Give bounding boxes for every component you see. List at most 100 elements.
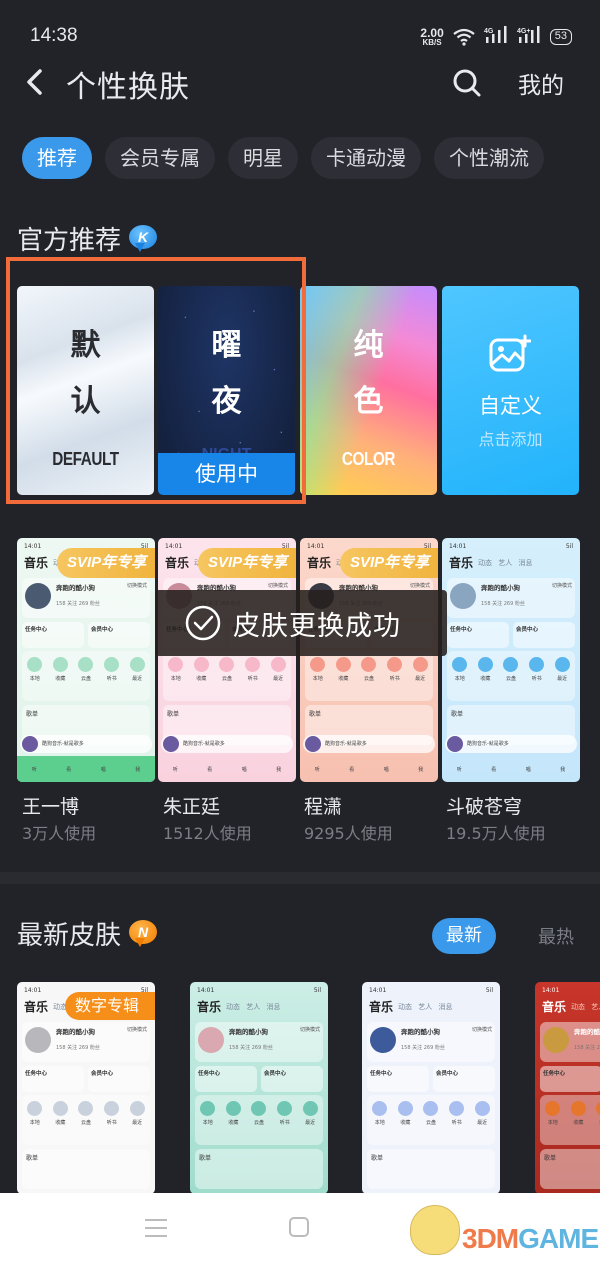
tab-vip-exclusive[interactable]: 会员专属 <box>105 137 215 179</box>
tab-trend[interactable]: 个性潮流 <box>434 137 544 179</box>
mini-switch-mode: 切换模式 <box>409 583 430 589</box>
mini-profile: 奔跑的酷小狗 158 关注 269 粉丝 切换模式 <box>540 1022 600 1062</box>
tab-celebrity[interactable]: 明星 <box>228 137 298 179</box>
mini-music-title: 音乐 <box>24 1000 49 1014</box>
skin-name: 斗破苍穹 <box>446 796 523 818</box>
skin-preview-card[interactable]: 14:01 5il 音乐 动态 艺人 消息 奔跑的酷小狗 158 关注 269 … <box>17 538 155 782</box>
watermark-logo: 3DMGAME <box>410 1205 600 1261</box>
mini-switch-mode: 切换模式 <box>126 1027 147 1033</box>
skin-preview-card[interactable]: 14:01 5il 音乐 动态 艺人 消息 奔跑的酷小狗 158 关注 269 … <box>535 982 600 1194</box>
search-button[interactable] <box>452 68 482 98</box>
mini-switch-mode: 切换模式 <box>126 583 147 589</box>
skin-name: 朱正廷 <box>163 796 221 818</box>
latest-section-title: 最新皮肤 N <box>17 915 159 952</box>
tab-recommend[interactable]: 推荐 <box>22 137 92 179</box>
skin-preview-card[interactable]: 14:01 5il 音乐 动态 艺人 消息 奔跑的酷小狗 158 关注 269 … <box>158 538 296 782</box>
mini-signal: 5il <box>565 543 573 550</box>
mini-profile: 奔跑的酷小狗 158 关注 269 粉丝 切换模式 <box>22 578 150 618</box>
mini-switch-mode: 切换模式 <box>299 1027 320 1033</box>
mini-centers: 任务中心 会员中心 <box>540 1066 600 1092</box>
mini-stats: 158 关注 269 粉丝 <box>229 1045 273 1051</box>
skin-card-color[interactable]: 纯 色 COLOR <box>300 286 437 495</box>
skin-preview-card[interactable]: 14:01 5il 音乐 动态 艺人 消息 奔跑的酷小狗 158 关注 269 … <box>362 982 500 1194</box>
image-add-icon <box>489 334 531 372</box>
toast-message: 皮肤更换成功 <box>233 610 401 642</box>
mini-shortcut: 听书 <box>449 1101 465 1145</box>
skin-users-count: 1512人使用 <box>163 824 252 843</box>
custom-sub-label: 点击添加 <box>478 430 543 449</box>
mini-nav-item: 听 <box>31 766 37 773</box>
mini-nav-item: 我 <box>135 766 141 773</box>
mini-shortcut: 听书 <box>245 657 261 701</box>
skin-preview-card[interactable]: 14:01 5il 音乐 动态 艺人 消息 奔跑的酷小狗 158 关注 269 … <box>17 982 155 1194</box>
mini-shortcut: 最近 <box>474 1101 490 1145</box>
mini-shortcut: 云盘 <box>219 657 235 701</box>
mini-username: 奔跑的酷小狗 <box>56 584 95 592</box>
mini-music-title: 音乐 <box>165 556 190 570</box>
color-char1: 纯 <box>353 328 384 363</box>
mini-shortcut: 收藏 <box>52 1101 68 1145</box>
selection-highlight-box <box>6 257 306 504</box>
cellular-signal-2-icon: 4G+ <box>517 26 541 48</box>
mini-shortcuts: 本地收藏云盘听书最近 <box>22 651 150 701</box>
mini-bottom-nav: 听看唱我 <box>300 756 438 782</box>
mine-link[interactable]: 我的 <box>518 66 564 100</box>
mini-shortcuts: 本地收藏云盘听书最近 <box>540 1095 600 1145</box>
skin-preview-card[interactable]: 14:01 5il 音乐 动态 艺人 消息 奔跑的酷小狗 158 关注 269 … <box>190 982 328 1194</box>
mini-nav-item: 唱 <box>241 766 247 773</box>
mini-shortcut: 听书 <box>277 1101 293 1145</box>
skin-card-custom[interactable]: 自定义 点击添加 <box>442 286 579 495</box>
mini-bottom-nav: 听看唱我 <box>442 756 580 782</box>
mini-shortcut: 收藏 <box>397 1101 413 1145</box>
system-navigation-bar: 3DMGAME <box>0 1193 600 1266</box>
skin-preview-card[interactable]: 14:01 5il 音乐 动态 艺人 消息 奔跑的酷小狗 158 关注 269 … <box>300 538 438 782</box>
battery-indicator: 53 <box>549 29 572 45</box>
svg-text:4G+: 4G+ <box>517 28 530 35</box>
menu-icon[interactable] <box>145 1219 167 1239</box>
mini-time: 14:01 <box>542 987 560 994</box>
mini-shortcuts: 本地收藏云盘听书最近 <box>163 651 291 701</box>
mini-shortcut: 最近 <box>412 657 428 701</box>
mini-nav-item: 看 <box>66 766 72 773</box>
mini-shortcut: 收藏 <box>52 657 68 701</box>
mini-centers: 任务中心 会员中心 <box>447 622 575 648</box>
sort-hottest-button[interactable]: 最热 <box>538 923 574 949</box>
mini-vip-center: 会员中心 <box>513 622 575 648</box>
mini-nav-item: 看 <box>491 766 497 773</box>
mini-shortcut: 本地 <box>27 1101 43 1145</box>
mini-centers: 任务中心 会员中心 <box>22 1066 150 1092</box>
skin-preview-card[interactable]: 14:01 5il 音乐 动态 艺人 消息 奔跑的酷小狗 158 关注 269 … <box>442 538 580 782</box>
skin-name: 王一博 <box>22 796 80 818</box>
mini-stats: 158 关注 269 粉丝 <box>401 1045 445 1051</box>
mini-vip-center: 会员中心 <box>88 1066 150 1092</box>
mini-shortcut: 本地 <box>168 657 184 701</box>
mini-task-center: 任务中心 <box>22 1066 84 1092</box>
home-icon[interactable] <box>289 1217 309 1237</box>
skin-users-count: 3万人使用 <box>22 824 97 843</box>
chick-mascot-icon <box>410 1205 460 1255</box>
mini-vip-center: 会员中心 <box>88 622 150 648</box>
mini-task-center: 任务中心 <box>540 1066 600 1092</box>
mini-music-title: 音乐 <box>369 1000 394 1014</box>
mini-time: 14:01 <box>165 543 183 550</box>
mini-nav-item: 我 <box>276 766 282 773</box>
watermark-text-b: GAME <box>518 1223 599 1254</box>
skin-users-count: 9295人使用 <box>304 824 393 843</box>
latest-title-text: 最新皮肤 <box>17 921 122 951</box>
tab-cartoon-anime[interactable]: 卡通动漫 <box>311 137 421 179</box>
mini-nav-item: 我 <box>418 766 424 773</box>
sort-latest-button[interactable]: 最新 <box>432 918 496 954</box>
mini-bottom-nav: 听看唱我 <box>158 756 296 782</box>
mini-music-title: 音乐 <box>449 556 474 570</box>
mini-shortcuts: 本地收藏云盘听书最近 <box>22 1095 150 1145</box>
svip-tag: SVIP年专享 <box>340 548 438 578</box>
mini-nav-item: 听 <box>456 766 462 773</box>
mini-task-center: 任务中心 <box>447 622 509 648</box>
mini-stats: 158 关注 269 粉丝 <box>481 601 525 607</box>
mini-time: 14:01 <box>449 543 467 550</box>
skin-name: 程潇 <box>304 796 343 818</box>
mini-shortcuts: 本地收藏云盘听书最近 <box>195 1095 323 1145</box>
back-button[interactable] <box>22 64 48 100</box>
mini-nav-item: 看 <box>349 766 355 773</box>
mini-shortcut: 收藏 <box>335 657 351 701</box>
